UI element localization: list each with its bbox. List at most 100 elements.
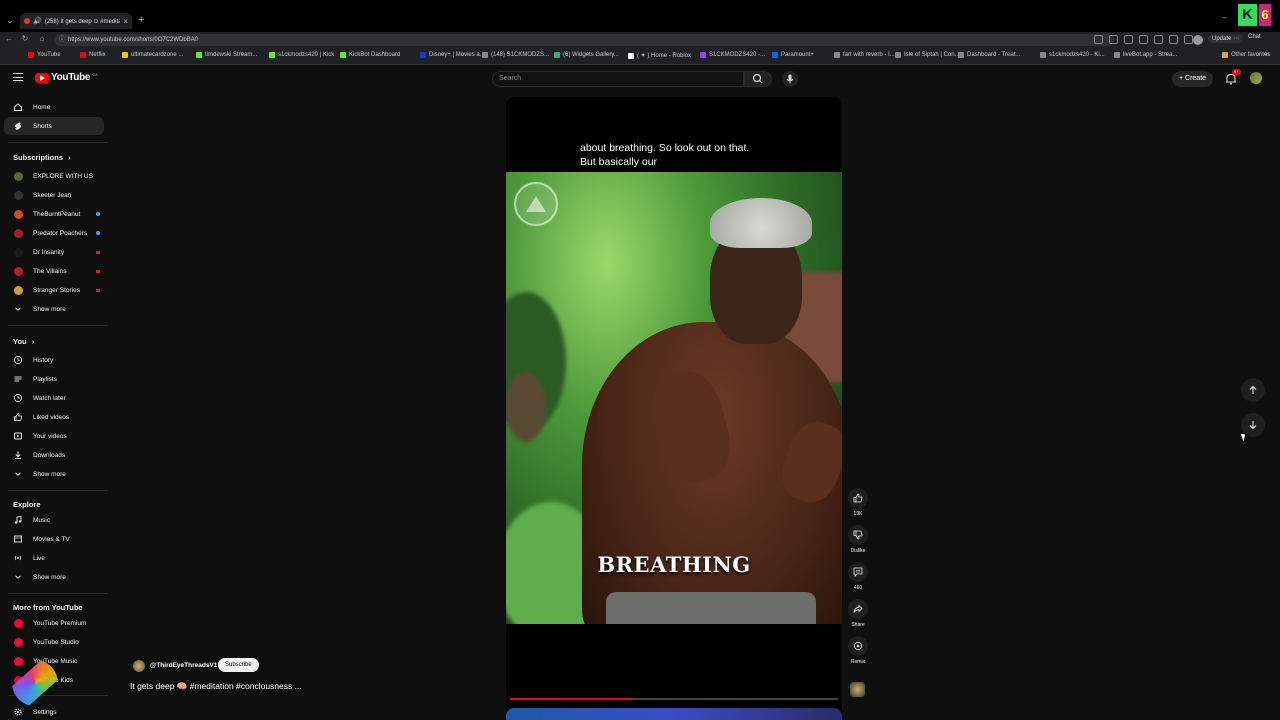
subscription-item[interactable]: Dr Insanity — [4, 243, 104, 261]
sidebar-item-liked-videos[interactable]: Liked videos — [4, 408, 104, 426]
subscription-item[interactable]: TheBurntPeanut — [4, 205, 104, 223]
live-icon — [14, 555, 22, 561]
bookmark-item[interactable]: s1ckmodzs420 - Ki... — [1040, 52, 1105, 58]
comments-action[interactable]: 460 — [846, 562, 870, 591]
site-info-icon[interactable]: ⓘ — [59, 34, 65, 46]
sidebar-item-watch-later[interactable]: Watch later — [4, 389, 104, 407]
other-favorites[interactable]: Other favorites — [1222, 52, 1270, 58]
subscription-item[interactable]: Skeeter Jean — [4, 186, 104, 204]
subscriptions-heading[interactable]: Subscriptions › — [13, 153, 71, 162]
short-title[interactable]: It gets deep 🧠 #meditation #conclousness… — [130, 681, 302, 692]
settings-puzzle-icon[interactable] — [1184, 35, 1193, 44]
bookmark-item[interactable]: s1ckmodzs420 | Kick — [269, 52, 334, 58]
sidebar-item-playlists[interactable]: Playlists — [4, 370, 104, 388]
sidebar-item-music[interactable]: Music — [4, 511, 104, 529]
bookmark-item[interactable]: Netflix — [80, 52, 106, 58]
more-from-youtube-item[interactable]: YouTube Premium — [4, 614, 104, 632]
previous-short-button[interactable] — [1241, 378, 1265, 402]
close-tab-icon[interactable]: × — [123, 17, 128, 26]
subscription-item[interactable]: The Villains — [4, 262, 104, 280]
more-from-youtube-item[interactable]: YouTube Studio — [4, 633, 104, 651]
refresh-extension-icon[interactable] — [1124, 35, 1133, 44]
reload-icon[interactable]: ↻ — [20, 34, 30, 43]
search-button[interactable] — [744, 71, 772, 87]
subscription-item[interactable]: EXPLORE WITH US — [4, 167, 104, 185]
sidebar-divider — [8, 142, 108, 143]
bookmark-label: Disney+ | Movies a... — [429, 52, 485, 58]
downloads-icon[interactable] — [1169, 35, 1178, 44]
extension-icons — [1094, 35, 1193, 44]
sidebar-item-history[interactable]: History — [4, 351, 104, 369]
sidebar-item-shorts[interactable]: Shorts — [4, 117, 104, 135]
bookmark-favicon-icon — [80, 52, 86, 58]
menu-icon[interactable] — [13, 73, 23, 81]
tab-search-chevron-icon[interactable]: ⌄ — [4, 14, 16, 26]
minimize-window-button[interactable]: – — [1222, 12, 1227, 22]
sidebar-divider — [8, 593, 108, 594]
bookmark-item[interactable]: Disney+ | Movies a... — [420, 52, 485, 58]
bookmark-item[interactable]: timdewski Stream... — [196, 52, 257, 58]
more-from-youtube-item[interactable]: YouTube Music — [4, 652, 104, 670]
bookmark-item[interactable]: (148) S1CKMODZS... — [482, 52, 549, 58]
video-progress-bar[interactable] — [510, 698, 838, 700]
sidebar-item-settings[interactable]: Settings — [4, 703, 104, 720]
sidebar-item-your-videos[interactable]: Your videos — [4, 427, 104, 445]
video-frame[interactable]: BREATHING — [506, 172, 842, 624]
bookmark-item[interactable]: fart with reverb - I... — [834, 52, 895, 58]
bookmark-item[interactable]: KickBot Dashboard — [340, 52, 400, 58]
short-player[interactable]: about breathing. So look out on that. Bu… — [506, 97, 842, 720]
subscription-item[interactable]: Predator Poachers — [4, 224, 104, 242]
subscribe-button[interactable]: Subscribe — [218, 658, 259, 672]
update-button[interactable]: Update ⋯ — [1208, 34, 1244, 43]
home-icon[interactable]: ⌂ — [37, 34, 47, 43]
you-show-more[interactable]: Show more — [4, 465, 104, 483]
subscription-item[interactable]: Stranger Stories — [4, 281, 104, 299]
share-action[interactable]: Share — [846, 599, 870, 628]
dislike-action[interactable]: Dislike — [846, 525, 870, 554]
favorites-icon[interactable] — [1154, 35, 1163, 44]
split-screen-icon[interactable] — [1094, 35, 1103, 44]
sidebar-divider — [8, 325, 108, 326]
like-action[interactable]: 19K — [846, 488, 870, 517]
channel-avatar — [13, 209, 23, 219]
subscriptions-show-more[interactable]: Show more — [4, 300, 104, 318]
sidebar-item-downloads[interactable]: Downloads — [4, 446, 104, 464]
bookmark-item[interactable]: Isle of Siptah | Con... — [895, 52, 960, 58]
remix-action[interactable]: Remix — [846, 636, 870, 665]
sidebar-item-live[interactable]: Live — [4, 549, 104, 567]
bookmark-item[interactable]: liveBot.app - Strea... — [1114, 52, 1177, 58]
channel-avatar — [13, 247, 23, 257]
address-bar[interactable]: ⓘ https://www.youtube.com/shorts/0O7C2WD… — [54, 34, 1114, 46]
voice-search-button[interactable] — [782, 71, 798, 87]
bookmark-favicon-icon — [554, 52, 560, 58]
account-avatar[interactable] — [1250, 72, 1262, 84]
bookmark-item[interactable]: ( ✦ ) Home - Roblox — [628, 52, 691, 59]
bookmark-item[interactable]: S1CKMODZS420 -... — [700, 52, 765, 58]
sidebar-item-label: Playlists — [33, 375, 57, 383]
favorite-star-icon[interactable] — [1109, 35, 1118, 44]
extensions-icon[interactable] — [1139, 35, 1148, 44]
profile-avatar[interactable] — [1193, 35, 1203, 45]
channel-name[interactable]: @ThirdEyeThreadsV1 — [150, 662, 217, 669]
back-icon[interactable]: ← — [4, 34, 14, 43]
more-from-youtube-heading: More from YouTube — [13, 603, 83, 612]
youtube-logo[interactable]: YouTube CA — [35, 72, 98, 83]
sidebar-item-home[interactable]: Home — [4, 98, 104, 116]
sidebar-item-movies[interactable]: Movies & TV — [4, 530, 104, 548]
search-input[interactable]: Search — [492, 71, 744, 87]
bookmark-item[interactable]: (6) Widgets Gallery... — [554, 52, 619, 58]
bookmark-item[interactable]: Paramount+ — [772, 52, 814, 58]
new-tab-button[interactable]: + — [138, 14, 144, 26]
sound-source-avatar[interactable] — [850, 682, 865, 697]
next-short-preview[interactable] — [506, 708, 842, 720]
bookmark-item[interactable]: ultimatecardzone ... — [122, 52, 183, 58]
bookmark-item[interactable]: YouTube — [28, 52, 61, 58]
copilot-chat-button[interactable]: Chat — [1248, 34, 1261, 40]
channel-avatar[interactable] — [133, 660, 145, 672]
explore-show-more[interactable]: Show more — [4, 568, 104, 586]
bookmark-item[interactable]: Dashboard - Treat... — [958, 52, 1020, 58]
create-button[interactable]: + Create — [1172, 71, 1214, 87]
you-heading[interactable]: You › — [13, 337, 34, 346]
browser-tab[interactable]: 🔊 (258) It gets deep ⊙ #meditati × — [20, 13, 132, 29]
youtube-header: YouTube CA Search + Create 9+ — [0, 66, 1280, 92]
